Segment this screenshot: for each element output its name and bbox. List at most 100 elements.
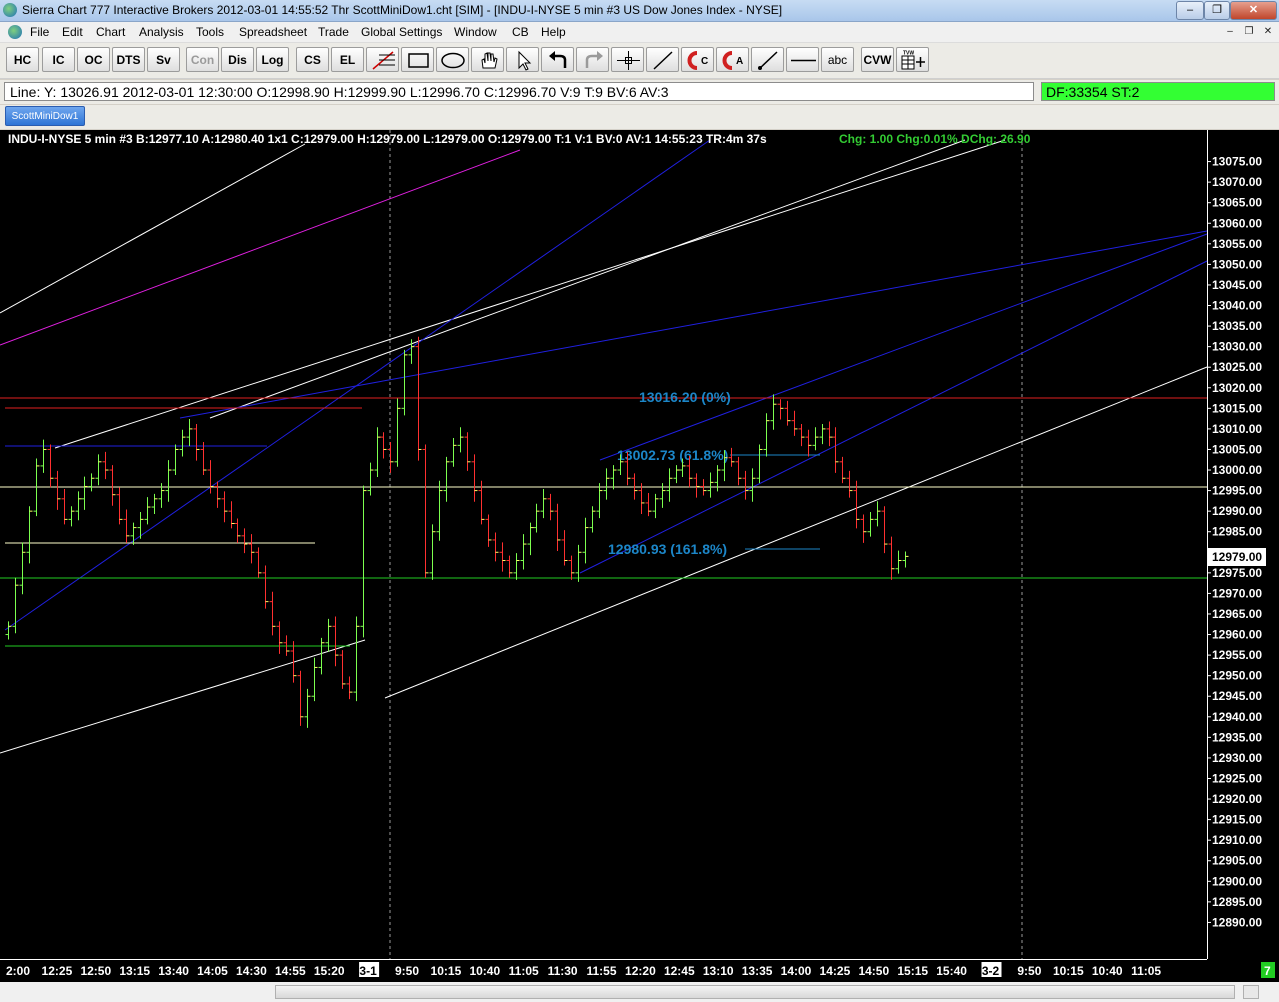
fibonacci-icon [372,51,395,70]
price-tick-label: 12985.00 [1212,525,1262,539]
pointer-icon [518,50,532,71]
maximize-button[interactable]: ❐ [1204,1,1230,20]
svg-text:TVW: TVW [903,51,914,57]
price-tick-label: 12915.00 [1212,813,1262,827]
price-chart[interactable]: 13016.20 (0%) 13002.73 (61.8%) 12980.93 … [0,130,1279,1002]
line-values-field: Line: Y: 13026.91 2012-03-01 12:30:00 O:… [4,82,1034,101]
price-tick-label: 13055.00 [1212,237,1262,251]
redo-button[interactable] [576,47,609,72]
hand-tool-button[interactable] [471,47,504,72]
trendline[interactable] [4,139,711,631]
oc-button[interactable]: OC [77,47,110,72]
price-tick-label: 12895.00 [1212,895,1262,909]
menu-chart[interactable]: Chart [96,25,125,39]
ray-tool-button[interactable] [751,47,784,72]
mdi-close-button[interactable]: ✕ [1260,25,1276,39]
price-tick-label: 13000.00 [1212,463,1262,477]
menu-global-settings[interactable]: Global Settings [361,25,442,39]
price-tick-label: 12920.00 [1212,792,1262,806]
el-button[interactable]: EL [331,47,364,72]
tvw-icon: TVW [901,51,925,70]
time-tick-label: 14:30 [236,964,267,978]
price-tick-label: 13045.00 [1212,278,1262,292]
pointer-tool-button[interactable] [506,47,539,72]
last-price-label: 12979.00 [1212,550,1262,564]
price-tick-label: 12945.00 [1212,689,1262,703]
snap-close-button[interactable]: C [681,47,714,72]
undo-icon [549,51,567,68]
menu-trade[interactable]: Trade [318,25,349,39]
time-tick-label: 13:40 [158,964,189,978]
price-tick-label: 12925.00 [1212,771,1262,785]
rectangle-tool-button[interactable] [401,47,434,72]
time-tick-label: 9:50 [395,964,419,978]
time-scale[interactable]: 2:00 12:25 12:50 13:15 13:40 14:05 14:30 14:55 1… [6,962,1161,978]
menu-file[interactable]: File [30,25,49,39]
scrollbar-arrow-button[interactable] [1243,985,1259,999]
trendline[interactable] [579,260,1208,574]
time-tick-label: 10:15 [431,964,462,978]
price-tick-label: 13025.00 [1212,360,1262,374]
ray-icon [758,51,778,70]
trendline[interactable] [384,366,1208,699]
dts-button[interactable]: DTS [112,47,145,72]
day-separator-label: 3-2 [982,964,1000,978]
ic-button[interactable]: IC [42,47,75,72]
window-titlebar: Sierra Chart 777 Interactive Brokers 201… [0,0,1279,22]
chart-canvas[interactable]: 13016.20 (0%) 13002.73 (61.8%) 12980.93 … [0,130,1279,1002]
ellipse-tool-button[interactable] [436,47,469,72]
mdi-minimize-button[interactable]: – [1222,25,1238,39]
cs-button[interactable]: CS [296,47,329,72]
price-tick-label: 12965.00 [1212,607,1262,621]
document-globe-icon[interactable] [8,25,22,39]
price-tick-label: 12940.00 [1212,710,1262,724]
chartbook-tab-bar: ScottMiniDow1 [0,105,1279,129]
menu-tools[interactable]: Tools [196,25,224,39]
time-tick-label: 12:25 [42,964,73,978]
menu-spreadsheet[interactable]: Spreadsheet [239,25,307,39]
line-tool-button[interactable] [646,47,679,72]
menu-help[interactable]: Help [541,25,566,39]
app-globe-icon [3,3,17,17]
hc-button[interactable]: HC [6,47,39,72]
menu-analysis[interactable]: Analysis [139,25,184,39]
crosshair-tool-button[interactable] [611,47,644,72]
tvw-button[interactable]: TVW [896,47,929,72]
menu-edit[interactable]: Edit [62,25,83,39]
trendline[interactable] [209,139,966,419]
info-bar: Line: Y: 13026.91 2012-03-01 12:30:00 O:… [0,80,1279,104]
fibonacci-tool-button[interactable] [366,47,399,72]
con-button[interactable]: Con [186,47,219,72]
horizontal-line-tool-button[interactable] [786,47,819,72]
undo-button[interactable] [541,47,574,72]
chart-drawings[interactable]: 13016.20 (0%) 13002.73 (61.8%) 12980.93 … [0,139,1208,754]
ellipse-icon [441,52,465,69]
trendline[interactable] [0,149,521,346]
time-tick-label: 15:40 [936,964,967,978]
line-icon [653,51,673,70]
svg-text:A: A [736,56,743,67]
text-tool-button[interactable]: abc [821,47,854,72]
minimize-button[interactable]: – [1176,1,1204,20]
trendline[interactable] [599,233,1208,461]
df-status-field: DF:33354 ST:2 [1041,82,1275,101]
chartbook-tab[interactable]: ScottMiniDow1 [5,106,85,126]
sv-button[interactable]: Sv [147,47,180,72]
horizontal-scrollbar[interactable] [0,982,1279,1002]
menu-window[interactable]: Window [454,25,497,39]
menu-cb[interactable]: CB [512,25,529,39]
dis-button[interactable]: Dis [221,47,254,72]
close-button[interactable]: ✕ [1230,1,1277,20]
scrollbar-thumb[interactable] [275,985,1235,999]
snap-all-button[interactable]: A [716,47,749,72]
time-tick-label: 11:30 [548,964,578,978]
price-tick-label: 13060.00 [1212,216,1262,230]
crosshair-icon [617,51,640,70]
mdi-restore-button[interactable]: ❐ [1241,25,1257,39]
cvw-button[interactable]: CVW [861,47,894,72]
price-tick-label: 12900.00 [1212,874,1262,888]
price-tick-label: 12935.00 [1212,730,1262,744]
price-tick-label: 12930.00 [1212,751,1262,765]
price-scale[interactable]: 13075.00 13070.00 13065.00 13060.00 13055.00… [1207,155,1262,930]
log-button[interactable]: Log [256,47,289,72]
